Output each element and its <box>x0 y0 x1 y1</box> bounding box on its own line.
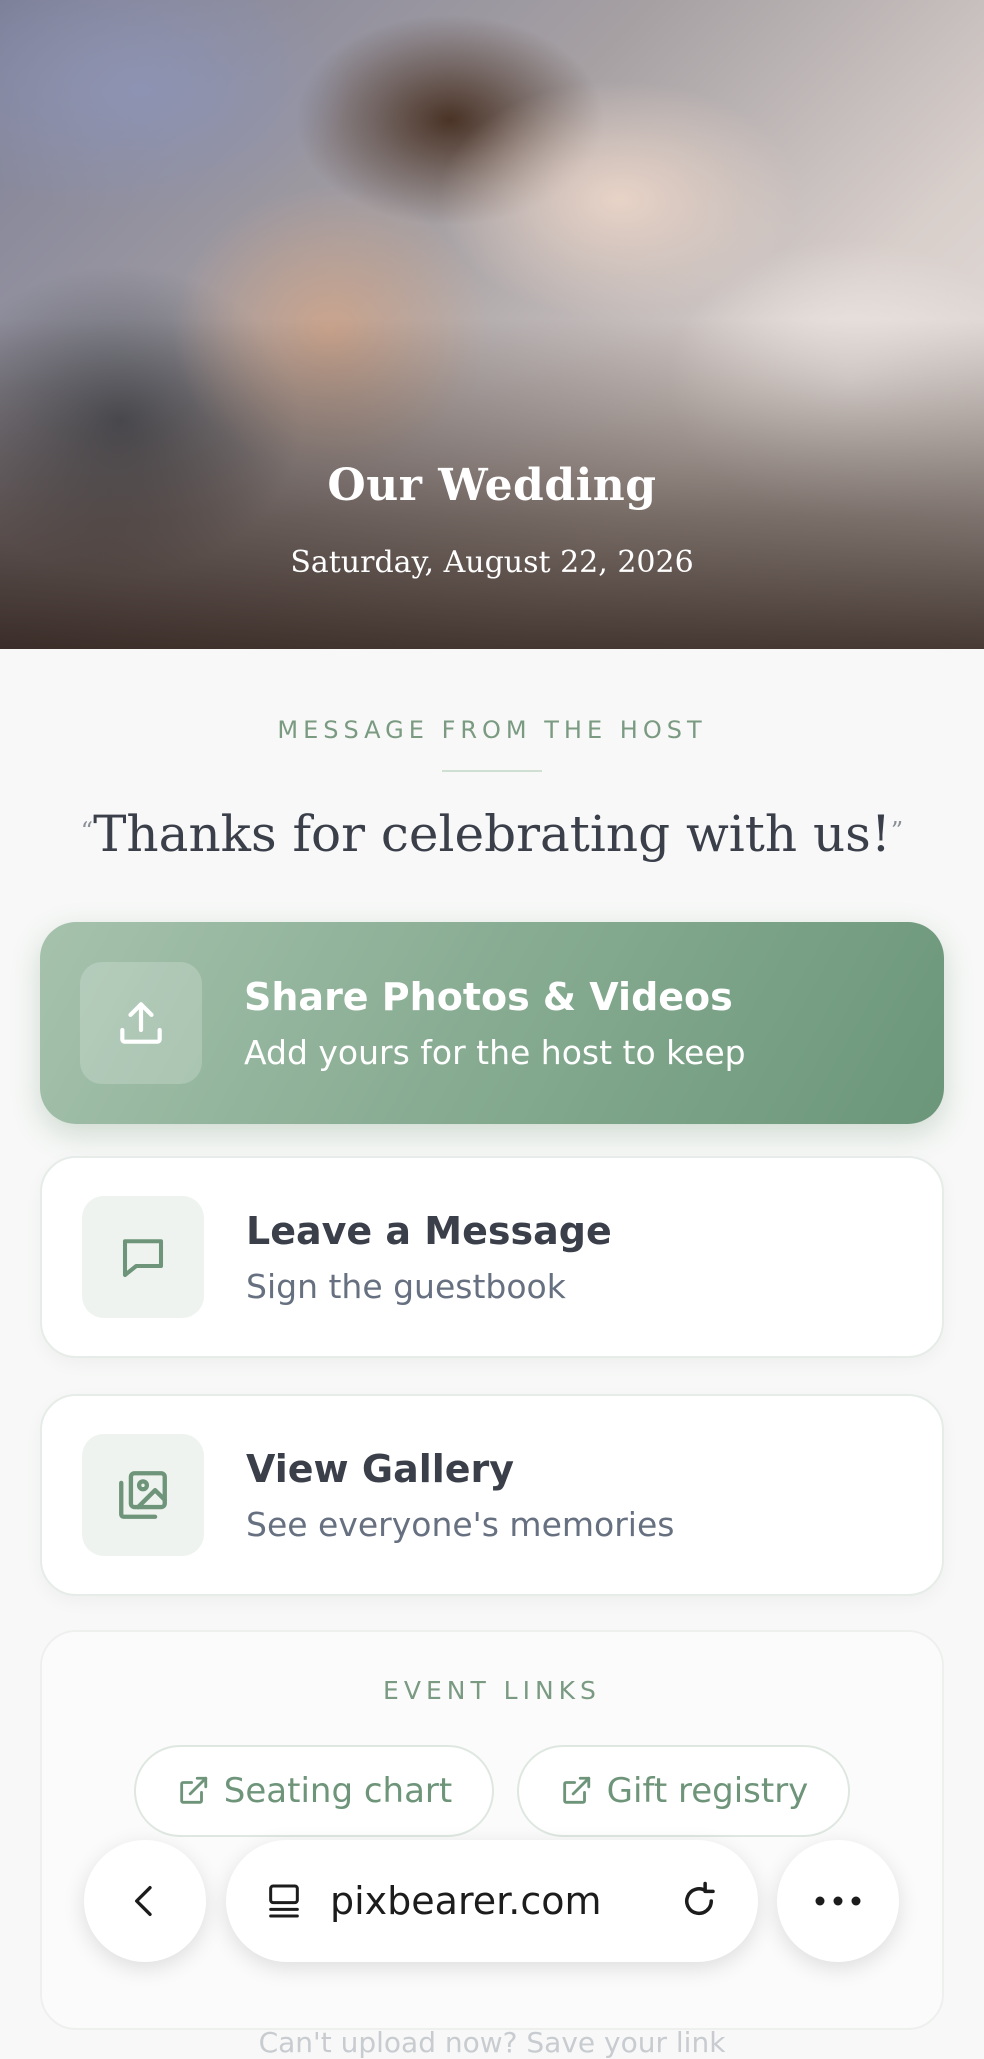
external-link-icon <box>180 1776 207 1804</box>
back-button[interactable] <box>84 1840 206 1962</box>
more-icon <box>815 1896 861 1906</box>
share-photos-subtitle: Add yours for the host to keep <box>244 1032 746 1072</box>
url-text: pixbearer.com <box>330 1879 602 1923</box>
leave-message-card[interactable]: Leave a Message Sign the guestbook <box>40 1156 944 1358</box>
close-quote-mark: ” <box>890 817 904 845</box>
reload-icon[interactable] <box>678 1880 720 1922</box>
hero-banner: Our Wedding Saturday, August 22, 2026 <box>0 0 984 649</box>
host-message-label: MESSAGE FROM THE HOST <box>277 716 707 744</box>
page-tools-icon <box>269 1884 299 1918</box>
message-icon <box>82 1196 204 1318</box>
external-link-icon <box>562 1776 590 1804</box>
more-button[interactable] <box>777 1840 899 1962</box>
gallery-icon <box>82 1434 204 1556</box>
view-gallery-card[interactable]: View Gallery See everyone's memories <box>40 1394 944 1596</box>
open-quote-mark: “ <box>80 817 94 845</box>
leave-message-subtitle: Sign the guestbook <box>246 1266 566 1306</box>
divider <box>442 770 542 772</box>
view-gallery-title: View Gallery <box>246 1446 515 1491</box>
event-title: Our Wedding <box>327 460 657 511</box>
event-date: Saturday, August 22, 2026 <box>290 545 694 580</box>
footer-hint: Can't upload now? Save your link <box>258 2026 726 2059</box>
leave-message-title: Leave a Message <box>246 1208 612 1253</box>
event-links-label: EVENT LINKS <box>383 1676 601 1705</box>
share-photos-card[interactable]: Share Photos & Videos Add yours for the … <box>40 922 944 1124</box>
seating-chart-link[interactable]: Seating chart <box>134 1745 494 1837</box>
view-gallery-subtitle: See everyone's memories <box>246 1504 675 1544</box>
host-message-text: Thanks for celebrating with us! <box>93 805 891 863</box>
gift-registry-link[interactable]: Gift registry <box>517 1745 850 1837</box>
host-message: “Thanks for celebrating with us!” <box>0 805 984 863</box>
address-bar[interactable]: pixbearer.com <box>226 1840 758 1962</box>
gift-registry-label: Gift registry <box>606 1771 809 1811</box>
chevron-left-icon <box>135 1886 152 1916</box>
share-photos-title: Share Photos & Videos <box>244 974 733 1019</box>
seating-chart-label: Seating chart <box>223 1771 453 1811</box>
upload-icon <box>80 962 202 1084</box>
